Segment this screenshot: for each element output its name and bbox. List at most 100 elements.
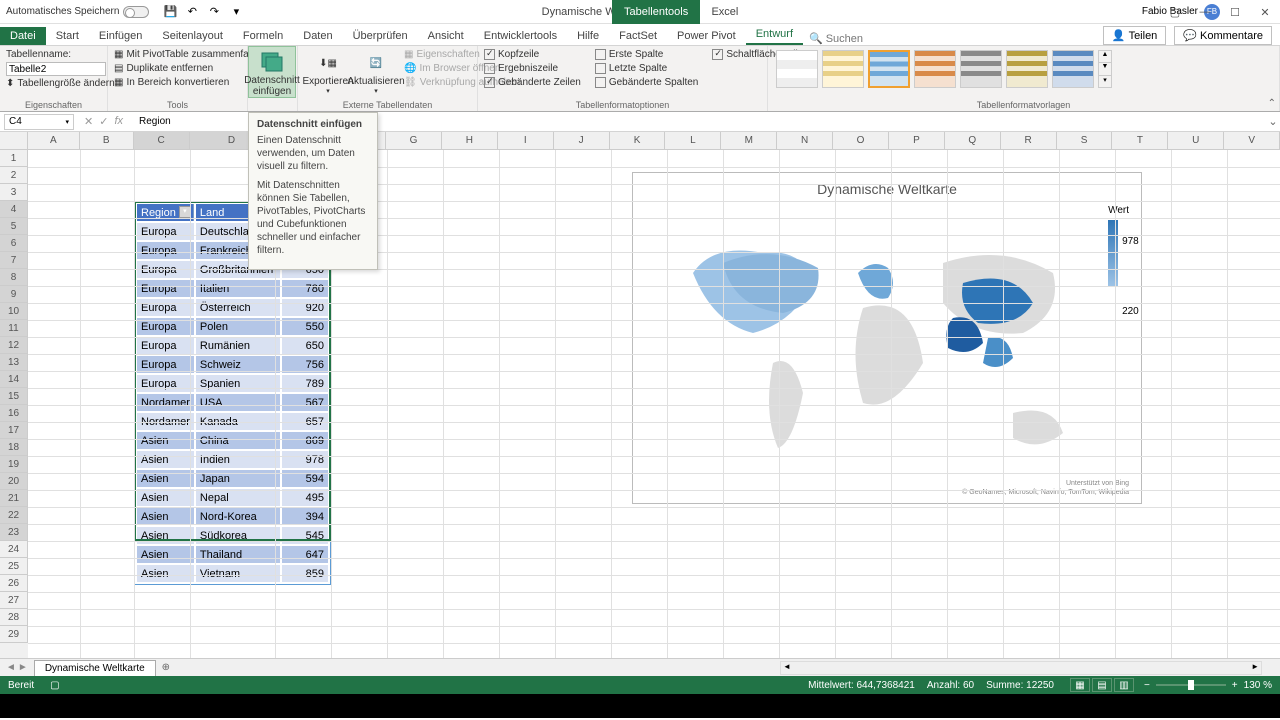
col-header-O[interactable]: O bbox=[833, 132, 889, 149]
tab-formeln[interactable]: Formeln bbox=[233, 27, 293, 45]
row-header-3[interactable]: 3 bbox=[0, 184, 28, 201]
col-header-S[interactable]: S bbox=[1057, 132, 1113, 149]
table-cell[interactable]: China bbox=[196, 432, 280, 449]
table-cell[interactable]: Asien bbox=[137, 508, 194, 525]
total-row-checkbox[interactable]: Ergebniszeile bbox=[484, 62, 581, 75]
close-icon[interactable]: ✕ bbox=[1250, 0, 1280, 24]
last-col-checkbox[interactable]: Letzte Spalte bbox=[595, 62, 699, 75]
tab-seitenlayout[interactable]: Seitenlayout bbox=[152, 27, 233, 45]
table-cell[interactable]: Österreich bbox=[196, 299, 280, 316]
save-icon[interactable]: 💾 bbox=[163, 5, 177, 19]
table-cell[interactable]: Europa bbox=[137, 223, 194, 240]
first-col-checkbox[interactable]: Erste Spalte bbox=[595, 48, 699, 61]
tablename-input[interactable] bbox=[6, 62, 106, 76]
table-cell[interactable]: Asien bbox=[137, 489, 194, 506]
row-header-12[interactable]: 12 bbox=[0, 337, 28, 354]
collapse-ribbon-icon[interactable]: ⌃ bbox=[1268, 98, 1276, 109]
row-header-23[interactable]: 23 bbox=[0, 524, 28, 541]
table-cell[interactable]: Nepal bbox=[196, 489, 280, 506]
sheet-nav-prev-icon[interactable]: ◄ bbox=[6, 662, 16, 673]
refresh-button[interactable]: 🔄 Aktualisieren▾ bbox=[352, 48, 400, 95]
zoom-slider[interactable] bbox=[1156, 684, 1226, 686]
redo-icon[interactable]: ↷ bbox=[207, 5, 221, 19]
table-cell[interactable]: Italien bbox=[196, 280, 280, 297]
table-cell[interactable]: Thailand bbox=[196, 546, 280, 563]
header-row-checkbox[interactable]: Kopfzeile bbox=[484, 48, 581, 61]
page-break-view-icon[interactable]: ▥ bbox=[1114, 678, 1134, 692]
table-cell[interactable]: Europa bbox=[137, 280, 194, 297]
table-cell[interactable]: 780 bbox=[282, 280, 328, 297]
zoom-in-icon[interactable]: + bbox=[1232, 680, 1238, 691]
tab-powerpivot[interactable]: Power Pivot bbox=[667, 27, 746, 45]
name-box[interactable]: C4 ▾ bbox=[4, 114, 74, 130]
row-header-6[interactable]: 6 bbox=[0, 235, 28, 252]
col-header-T[interactable]: T bbox=[1112, 132, 1168, 149]
sheet-tab[interactable]: Dynamische Weltkarte bbox=[34, 660, 156, 676]
row-header-21[interactable]: 21 bbox=[0, 490, 28, 507]
table-cell[interactable]: 869 bbox=[282, 432, 328, 449]
row-header-15[interactable]: 15 bbox=[0, 388, 28, 405]
table-style-4[interactable] bbox=[914, 50, 956, 88]
table-cell[interactable]: 495 bbox=[282, 489, 328, 506]
tab-entwicklertools[interactable]: Entwicklertools bbox=[474, 27, 567, 45]
col-header-N[interactable]: N bbox=[777, 132, 833, 149]
table-cell[interactable]: Europa bbox=[137, 337, 194, 354]
gallery-more-icon[interactable]: ▾ bbox=[1099, 75, 1111, 87]
row-header-7[interactable]: 7 bbox=[0, 252, 28, 269]
col-header-I[interactable]: I bbox=[498, 132, 554, 149]
row-header-25[interactable]: 25 bbox=[0, 558, 28, 575]
maximize-icon[interactable]: ☐ bbox=[1220, 0, 1250, 24]
gallery-up-icon[interactable]: ▲ bbox=[1099, 51, 1111, 62]
table-cell[interactable]: 650 bbox=[282, 337, 328, 354]
col-header-C[interactable]: C bbox=[134, 132, 190, 149]
minimize-icon[interactable]: — bbox=[1190, 0, 1220, 24]
table-style-5[interactable] bbox=[960, 50, 1002, 88]
col-header-R[interactable]: R bbox=[1001, 132, 1057, 149]
table-cell[interactable]: 394 bbox=[282, 508, 328, 525]
table-cell[interactable]: Asien bbox=[137, 565, 194, 582]
col-header-V[interactable]: V bbox=[1224, 132, 1280, 149]
insert-slicer-button[interactable]: Datenschnitt einfügen bbox=[248, 46, 296, 98]
add-sheet-button[interactable]: ⊕ bbox=[156, 662, 176, 673]
macro-record-icon[interactable]: ▢ bbox=[50, 680, 59, 691]
table-style-1[interactable] bbox=[776, 50, 818, 88]
tab-datei[interactable]: Datei bbox=[0, 27, 46, 45]
table-cell[interactable]: 920 bbox=[282, 299, 328, 316]
autosave-toggle[interactable]: Automatisches Speichern bbox=[6, 6, 149, 18]
table-cell[interactable]: Asien bbox=[137, 432, 194, 449]
fx-icon[interactable]: fx bbox=[114, 115, 123, 128]
table-cell[interactable]: Spanien bbox=[196, 375, 280, 392]
row-header-29[interactable]: 29 bbox=[0, 626, 28, 643]
row-header-18[interactable]: 18 bbox=[0, 439, 28, 456]
spreadsheet-grid[interactable]: ABCDEFGHIJKLMNOPQRSTUV 12345678910111213… bbox=[0, 132, 1280, 658]
row-header-11[interactable]: 11 bbox=[0, 320, 28, 337]
table-cell[interactable]: 859 bbox=[282, 565, 328, 582]
tab-einfuegen[interactable]: Einfügen bbox=[89, 27, 152, 45]
row-header-2[interactable]: 2 bbox=[0, 167, 28, 184]
row-header-9[interactable]: 9 bbox=[0, 286, 28, 303]
col-header-A[interactable]: A bbox=[28, 132, 80, 149]
row-header-10[interactable]: 10 bbox=[0, 303, 28, 320]
comments-button[interactable]: 💬 Kommentare bbox=[1174, 26, 1272, 45]
row-header-1[interactable]: 1 bbox=[0, 150, 28, 167]
horizontal-scrollbar[interactable]: ◄ ► bbox=[780, 661, 1262, 675]
table-cell[interactable]: 978 bbox=[282, 451, 328, 468]
row-header-19[interactable]: 19 bbox=[0, 456, 28, 473]
table-cell[interactable]: USA bbox=[196, 394, 280, 411]
col-header-H[interactable]: H bbox=[442, 132, 498, 149]
table-cell[interactable]: Europa bbox=[137, 242, 194, 259]
table-cell[interactable]: Rumänien bbox=[196, 337, 280, 354]
row-header-20[interactable]: 20 bbox=[0, 473, 28, 490]
col-header-K[interactable]: K bbox=[610, 132, 666, 149]
normal-view-icon[interactable]: ▦ bbox=[1070, 678, 1090, 692]
page-layout-view-icon[interactable]: ▤ bbox=[1092, 678, 1112, 692]
row-header-24[interactable]: 24 bbox=[0, 541, 28, 558]
remove-duplicates-button[interactable]: ▤ Duplikate entfernen bbox=[114, 62, 270, 75]
table-cell[interactable]: Europa bbox=[137, 299, 194, 316]
summarize-pivot-button[interactable]: ▦ Mit PivotTable zusammenfassen bbox=[114, 48, 270, 61]
banded-rows-checkbox[interactable]: Gebänderte Zeilen bbox=[484, 76, 581, 89]
tab-entwurf[interactable]: Entwurf bbox=[746, 25, 803, 45]
map-chart[interactable]: Dynamische Weltkarte Wert 978 220 bbox=[632, 172, 1142, 504]
col-header-B[interactable]: B bbox=[80, 132, 134, 149]
row-header-17[interactable]: 17 bbox=[0, 422, 28, 439]
